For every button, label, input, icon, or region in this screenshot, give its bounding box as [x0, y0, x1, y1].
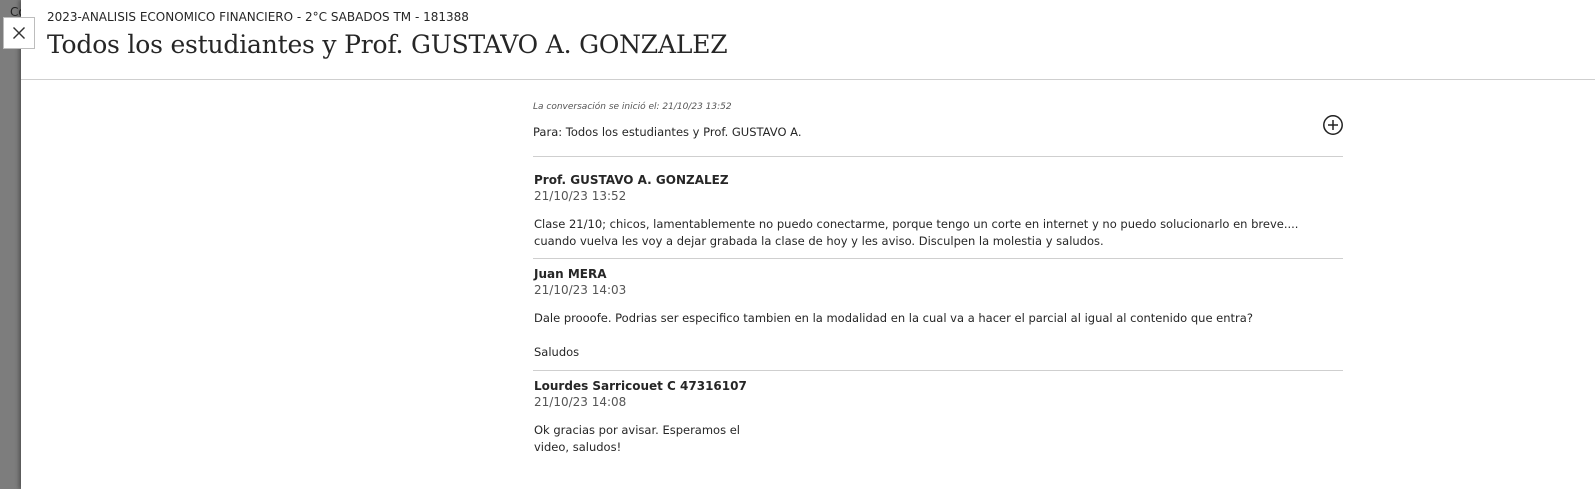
conversation-started: La conversación se inició el: 21/10/23 1…	[533, 102, 732, 112]
background-page: Co	[0, 0, 26, 489]
close-icon	[13, 27, 25, 39]
message-date: 21/10/23 14:08	[534, 395, 627, 409]
message-paragraph: Ok gracias por avisar. Esperamos el	[534, 423, 741, 437]
message-paragraph: Dale prooofe. Podrias ser especifico tam…	[534, 311, 1253, 325]
message: Prof. GUSTAVO A. GONZALEZ 21/10/23 13:52…	[534, 172, 1334, 249]
page-title: Todos los estudiantes y Prof. GUSTAVO A.…	[47, 30, 728, 59]
message-paragraph: Saludos	[534, 344, 580, 359]
message-body: Dale prooofe. Podrias ser especifico tam…	[534, 310, 1334, 360]
add-recipient-button[interactable]	[1322, 114, 1344, 136]
message-author: Juan MERA	[534, 267, 607, 281]
divider	[533, 156, 1343, 157]
message-date: 21/10/23 14:03	[534, 283, 627, 297]
message-author: Prof. GUSTAVO A. GONZALEZ	[534, 173, 729, 187]
message-date: 21/10/23 13:52	[534, 189, 627, 203]
divider	[533, 258, 1343, 259]
message-body: Clase 21/10; chicos, lamentablemente no …	[534, 216, 1334, 249]
divider	[533, 370, 1343, 371]
message-paragraph: video, saludos!	[534, 439, 622, 454]
message-body: Ok gracias por avisar. Esperamos el vide…	[534, 422, 1334, 455]
message-author: Lourdes Sarricouet C 47316107	[534, 379, 747, 393]
message-paragraph: Clase 21/10; chicos, lamentablemente no …	[534, 217, 1299, 248]
conversation-panel: 2023-ANALISIS ECONOMICO FINANCIERO - 2°C…	[21, 0, 1595, 489]
panel-header: 2023-ANALISIS ECONOMICO FINANCIERO - 2°C…	[21, 0, 1595, 80]
recipients: Para: Todos los estudiantes y Prof. GUST…	[533, 125, 802, 139]
message: Lourdes Sarricouet C 47316107 21/10/23 1…	[534, 378, 1334, 455]
close-button[interactable]	[3, 17, 35, 49]
message: Juan MERA 21/10/23 14:03 Dale prooofe. P…	[534, 266, 1334, 360]
plus-circle-icon	[1323, 115, 1343, 135]
course-name: 2023-ANALISIS ECONOMICO FINANCIERO - 2°C…	[47, 10, 469, 24]
